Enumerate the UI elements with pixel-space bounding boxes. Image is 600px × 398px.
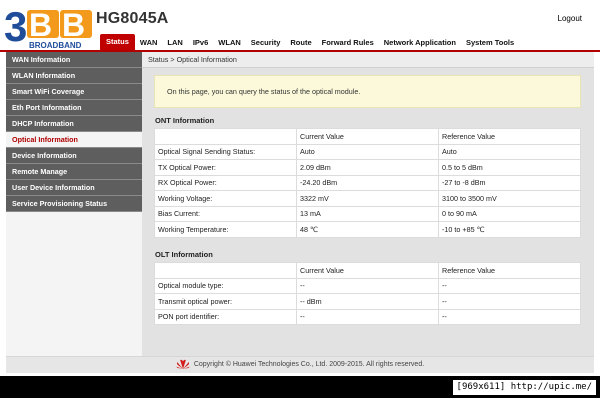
row-label: Working Temperature: — [154, 221, 297, 238]
current-value: 2.09 dBm — [296, 159, 439, 176]
browser-page: 3 B B BROADBAND HG8045A Logout Status WA… — [0, 0, 600, 376]
sidebar: WAN Information WLAN Information Smart W… — [6, 52, 142, 356]
svg-text:B: B — [29, 7, 52, 43]
tab-status[interactable]: Status — [100, 34, 135, 50]
top-navigation: Status WAN LAN IPv6 WLAN Security Route … — [100, 34, 519, 50]
logout-link[interactable]: Logout — [558, 14, 582, 23]
huawei-logo — [176, 359, 190, 370]
reference-value: -10 to +85 ℃ — [438, 221, 581, 238]
reference-value: Auto — [438, 143, 581, 160]
table-row: Working Temperature: 48 ℃ -10 to +85 ℃ — [154, 221, 581, 238]
column-header — [154, 262, 297, 279]
sidebar-item-dhcp-information[interactable]: DHCP Information — [6, 116, 142, 132]
olt-table: Current Value Reference Value Optical mo… — [154, 262, 581, 325]
reference-value: -- — [438, 277, 581, 294]
table-row: TX Optical Power: 2.09 dBm 0.5 to 5 dBm — [154, 159, 581, 176]
sidebar-item-remote-manage[interactable]: Remote Manage — [6, 164, 142, 180]
tab-network-application[interactable]: Network Application — [379, 36, 461, 50]
column-header: Current Value — [296, 128, 439, 145]
table-row: Optical module type: -- -- — [154, 277, 581, 294]
table-row: Optical Signal Sending Status: Auto Auto — [154, 143, 581, 160]
current-value: -- — [296, 308, 439, 325]
row-label: RX Optical Power: — [154, 174, 297, 191]
column-header: Reference Value — [438, 262, 581, 279]
current-value: 48 ℃ — [296, 221, 439, 238]
current-value: -24.20 dBm — [296, 174, 439, 191]
tab-wlan[interactable]: WLAN — [213, 36, 246, 50]
current-value: 3322 mV — [296, 190, 439, 207]
copyright-text: Copyright © Huawei Technologies Co., Ltd… — [193, 361, 425, 368]
reference-value: 3100 to 3500 mV — [438, 190, 581, 207]
reference-value: 0.5 to 5 dBm — [438, 159, 581, 176]
3bb-logo: 3 B B BROADBAND — [4, 4, 92, 50]
column-header: Current Value — [296, 262, 439, 279]
sidebar-item-eth-port-information[interactable]: Eth Port Information — [6, 100, 142, 116]
row-label: TX Optical Power: — [154, 159, 297, 176]
tab-forward-rules[interactable]: Forward Rules — [317, 36, 379, 50]
current-value: Auto — [296, 143, 439, 160]
breadcrumb: Status > Optical Information — [142, 52, 594, 68]
current-value: -- dBm — [296, 293, 439, 310]
row-label: Optical module type: — [154, 277, 297, 294]
sidebar-item-service-provisioning-status[interactable]: Service Provisioning Status — [6, 196, 142, 212]
tab-ipv6[interactable]: IPv6 — [188, 36, 213, 50]
sidebar-item-smart-wifi-coverage[interactable]: Smart WiFi Coverage — [6, 84, 142, 100]
table-row: Working Voltage: 3322 mV 3100 to 3500 mV — [154, 190, 581, 207]
sidebar-item-wlan-information[interactable]: WLAN Information — [6, 68, 142, 84]
olt-section-title: OLT Information — [155, 250, 213, 259]
column-header — [154, 128, 297, 145]
row-label: Optical Signal Sending Status: — [154, 143, 297, 160]
row-label: Bias Current: — [154, 205, 297, 222]
row-label: Transmit optical power: — [154, 293, 297, 310]
column-header: Reference Value — [438, 128, 581, 145]
ont-section-title: ONT Information — [155, 116, 215, 125]
info-notice: On this page, you can query the status o… — [154, 75, 581, 108]
sidebar-item-device-information[interactable]: Device Information — [6, 148, 142, 164]
table-header-row: Current Value Reference Value — [154, 262, 581, 279]
tab-lan[interactable]: LAN — [162, 36, 187, 50]
current-value: -- — [296, 277, 439, 294]
sidebar-item-optical-information[interactable]: Optical Information — [6, 132, 142, 148]
row-label: PON port identifier: — [154, 308, 297, 325]
sidebar-item-user-device-information[interactable]: User Device Information — [6, 180, 142, 196]
ont-table: Current Value Reference Value Optical Si… — [154, 128, 581, 238]
svg-text:3: 3 — [4, 4, 27, 50]
table-row: Bias Current: 13 mA 0 to 90 mA — [154, 205, 581, 222]
sidebar-item-wan-information[interactable]: WAN Information — [6, 52, 142, 68]
reference-value: 0 to 90 mA — [438, 205, 581, 222]
current-value: 13 mA — [296, 205, 439, 222]
reference-value: -- — [438, 308, 581, 325]
reference-value: -27 to -8 dBm — [438, 174, 581, 191]
row-label: Working Voltage: — [154, 190, 297, 207]
tab-route[interactable]: Route — [285, 36, 316, 50]
tab-wan[interactable]: WAN — [135, 36, 163, 50]
table-header-row: Current Value Reference Value — [154, 128, 581, 145]
main-content: Status > Optical Information On this pag… — [142, 52, 594, 356]
table-row: Transmit optical power: -- dBm -- — [154, 293, 581, 310]
reference-value: -- — [438, 293, 581, 310]
footer: Copyright © Huawei Technologies Co., Ltd… — [6, 356, 594, 373]
header: 3 B B BROADBAND HG8045A Logout Status WA… — [0, 0, 600, 50]
table-row: PON port identifier: -- -- — [154, 308, 581, 325]
device-model: HG8045A — [96, 10, 169, 27]
tab-system-tools[interactable]: System Tools — [461, 36, 519, 50]
image-host-watermark: [969x611] http://upic.me/ — [452, 380, 596, 395]
table-row: RX Optical Power: -24.20 dBm -27 to -8 d… — [154, 174, 581, 191]
tab-security[interactable]: Security — [246, 36, 286, 50]
svg-text:B: B — [62, 7, 85, 43]
logo-subtitle: BROADBAND — [29, 41, 82, 50]
